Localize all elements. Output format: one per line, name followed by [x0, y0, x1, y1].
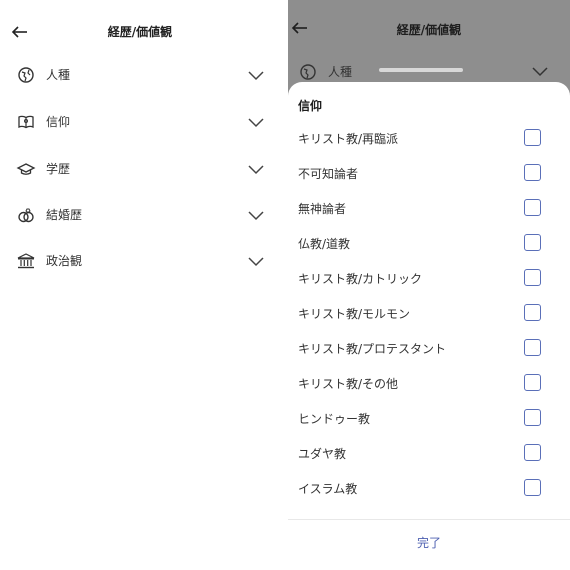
chevron-down-icon	[248, 257, 264, 267]
graduation-cap-icon	[16, 163, 36, 175]
globe-icon	[18, 67, 34, 83]
option-row[interactable]: イスラム教	[288, 472, 570, 507]
option-row[interactable]: キリスト教/再臨派	[288, 122, 570, 157]
option-label: 仏教/道教	[298, 237, 351, 251]
option-row[interactable]: ヒンドゥー教	[288, 402, 570, 437]
checkbox[interactable]	[524, 164, 541, 181]
option-label: キリスト教/モルモン	[298, 307, 411, 321]
row-marital-history[interactable]: 結婚歴	[0, 192, 280, 238]
checkbox[interactable]	[524, 444, 541, 461]
checkbox[interactable]	[524, 199, 541, 216]
row-label: 結婚歴	[46, 208, 83, 222]
chevron-down-icon	[248, 71, 264, 81]
option-row[interactable]: 不可知論者	[288, 157, 570, 192]
checkbox[interactable]	[524, 269, 541, 286]
option-row[interactable]: 仏教/道教	[288, 227, 570, 262]
page-title: 経歴/価値観	[396, 23, 462, 37]
row-label: 信仰	[46, 115, 71, 129]
row-label: 人種	[328, 65, 353, 79]
option-row[interactable]: キリスト教/その他	[288, 367, 570, 402]
row-label: 政治観	[46, 254, 83, 268]
row-education[interactable]: 学歴	[0, 146, 280, 192]
building-icon	[17, 253, 35, 269]
option-label: 無神論者	[298, 202, 347, 216]
row-ethnicity[interactable]: 人種	[0, 52, 280, 98]
sheet-drag-handle[interactable]	[379, 68, 463, 72]
option-label: キリスト教/その他	[298, 377, 399, 391]
option-label: ユダヤ教	[298, 447, 347, 461]
option-row[interactable]: キリスト教/プロテスタント	[288, 332, 570, 367]
checkbox[interactable]	[524, 374, 541, 391]
option-row[interactable]: 無神論者	[288, 192, 570, 227]
option-label: イスラム教	[298, 482, 358, 496]
checkbox[interactable]	[524, 339, 541, 356]
rings-icon	[18, 208, 34, 223]
chevron-down-icon	[248, 211, 264, 221]
chevron-down-icon	[248, 118, 264, 128]
option-row[interactable]: キリスト教/カトリック	[288, 262, 570, 297]
page-title: 経歴/価値観	[107, 25, 173, 39]
row-religion[interactable]: 信仰	[0, 99, 280, 145]
checkbox[interactable]	[524, 479, 541, 496]
option-row[interactable]: キリスト教/モルモン	[288, 297, 570, 332]
checkbox[interactable]	[524, 129, 541, 146]
religion-picker-screen: 経歴/価値観 人種 信仰 キリスト教/再臨派 不可知論者 無神論者 仏教/道教 …	[288, 0, 570, 570]
option-row[interactable]: ユダヤ教	[288, 437, 570, 472]
sheet-title: 信仰	[298, 99, 323, 113]
option-label: キリスト教/カトリック	[298, 272, 423, 286]
checkbox[interactable]	[524, 304, 541, 321]
option-label: 不可知論者	[298, 167, 359, 181]
book-icon	[18, 115, 34, 129]
row-politics[interactable]: 政治観	[0, 238, 280, 284]
option-label: ヒンドゥー教	[298, 412, 371, 426]
option-label: キリスト教/プロテスタント	[298, 342, 447, 356]
chevron-down-icon	[532, 67, 548, 77]
checkbox[interactable]	[524, 409, 541, 426]
option-label: キリスト教/再臨派	[298, 132, 399, 146]
profile-settings-screen: 経歴/価値観 人種 信仰 学歴 結婚歴 政治観	[0, 0, 280, 570]
divider	[288, 519, 570, 520]
checkbox[interactable]	[524, 234, 541, 251]
row-label: 学歴	[46, 162, 71, 176]
chevron-down-icon	[248, 165, 264, 175]
bottom-sheet: 信仰 キリスト教/再臨派 不可知論者 無神論者 仏教/道教 キリスト教/カトリッ…	[288, 68, 570, 570]
row-label: 人種	[46, 68, 71, 82]
globe-icon	[300, 64, 316, 80]
done-button[interactable]: 完了	[288, 534, 570, 551]
